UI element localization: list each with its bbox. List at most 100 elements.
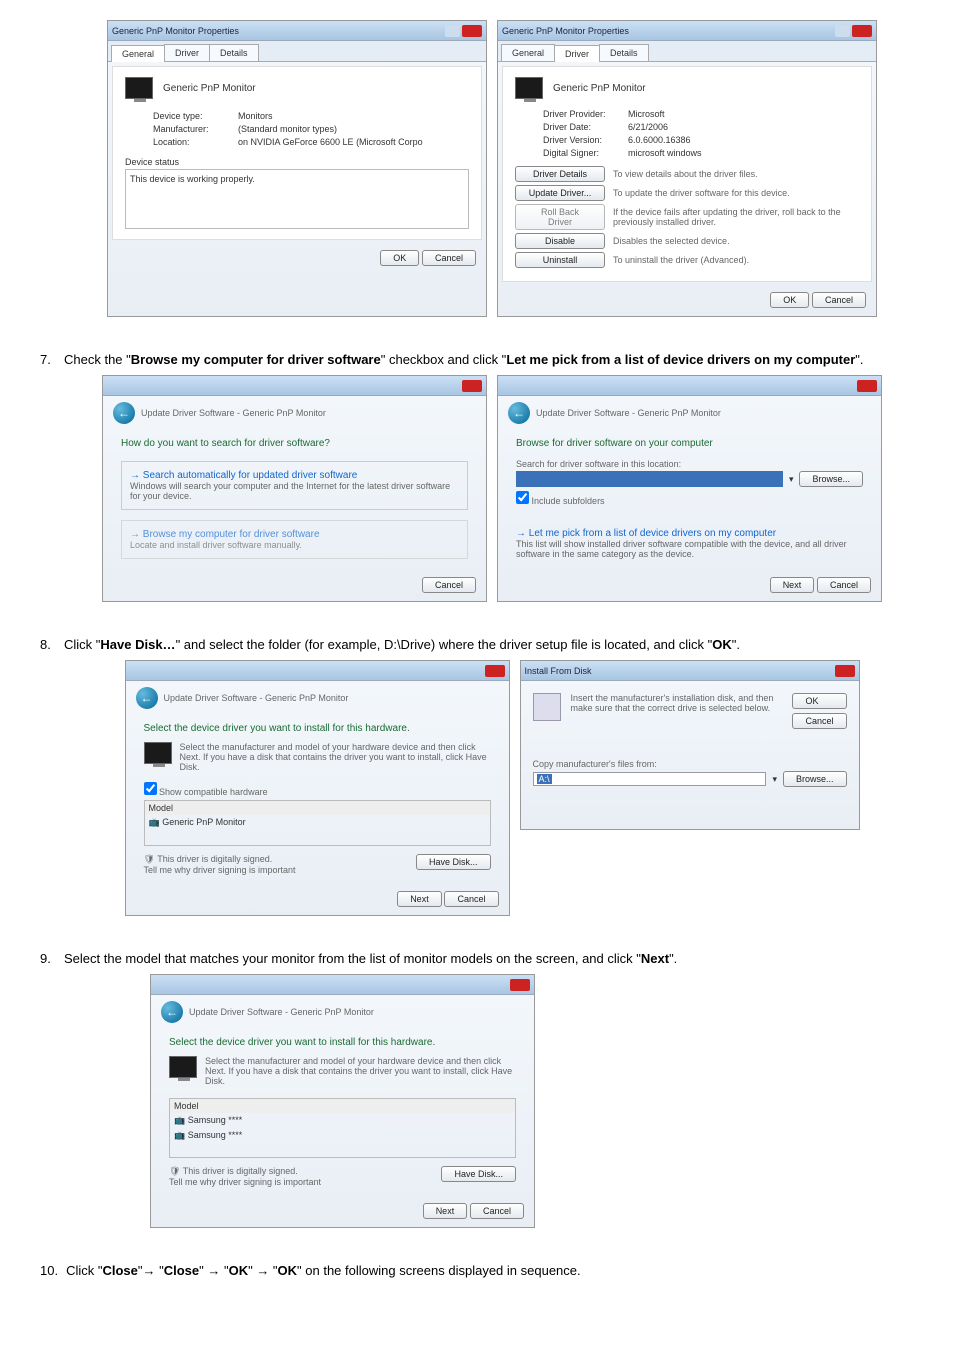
cancel-button[interactable]: Cancel bbox=[817, 577, 871, 593]
tab-driver[interactable]: Driver bbox=[554, 45, 600, 62]
tab-general[interactable]: General bbox=[501, 44, 555, 61]
dropdown-icon[interactable]: ▾ bbox=[789, 474, 794, 485]
cancel-button[interactable]: Cancel bbox=[812, 292, 866, 308]
model-item[interactable]: 📺 Samsung **** bbox=[170, 1113, 515, 1128]
version-label: Driver Version: bbox=[543, 135, 628, 145]
update-driver-desc: To update the driver software for this d… bbox=[613, 188, 859, 198]
tab-details[interactable]: Details bbox=[209, 44, 259, 61]
ok-button[interactable]: OK bbox=[770, 292, 809, 308]
have-disk-button[interactable]: Have Disk... bbox=[416, 854, 491, 870]
manufacturer: (Standard monitor types) bbox=[238, 124, 337, 134]
uninstall-desc: To uninstall the driver (Advanced). bbox=[613, 255, 859, 265]
tab-general[interactable]: General bbox=[111, 45, 165, 62]
ok-button[interactable]: OK bbox=[792, 693, 846, 709]
manufacturer-label: Manufacturer: bbox=[153, 124, 238, 134]
close-icon[interactable] bbox=[462, 25, 482, 37]
signed-notice: 🛡 This driver is digitally signed. bbox=[144, 854, 296, 865]
tab-details[interactable]: Details bbox=[599, 44, 649, 61]
next-button[interactable]: Next bbox=[397, 891, 442, 907]
wizard-heading: How do you want to search for driver sof… bbox=[121, 438, 468, 449]
close-icon[interactable] bbox=[852, 25, 872, 37]
wizard-desc: Select the manufacturer and model of you… bbox=[205, 1056, 516, 1086]
wizard-heading: Select the device driver you want to ins… bbox=[144, 723, 491, 734]
help-btn[interactable] bbox=[445, 25, 460, 37]
driver-date: 6/21/2006 bbox=[628, 122, 668, 132]
step-number: 8. bbox=[40, 637, 64, 652]
monitor-icon bbox=[144, 742, 172, 764]
rollback-desc: If the device fails after updating the d… bbox=[613, 207, 859, 227]
update-driver-wizard-search: ←Update Driver Software - Generic PnP Mo… bbox=[102, 375, 487, 602]
breadcrumb: Update Driver Software - Generic PnP Mon… bbox=[189, 1007, 374, 1017]
model-item[interactable]: 📺 Generic PnP Monitor bbox=[145, 815, 490, 845]
close-icon[interactable] bbox=[485, 665, 505, 677]
disk-icon bbox=[533, 693, 561, 721]
next-button[interactable]: Next bbox=[423, 1203, 468, 1219]
disable-button[interactable]: Disable bbox=[515, 233, 605, 249]
cancel-button[interactable]: Cancel bbox=[422, 577, 476, 593]
help-btn[interactable] bbox=[835, 25, 850, 37]
cancel-button[interactable]: Cancel bbox=[470, 1203, 524, 1219]
location-input[interactable] bbox=[516, 471, 783, 487]
path-input[interactable]: A:\ bbox=[533, 772, 767, 786]
select-model-dialog: ← Update Driver Software - Generic PnP Mo… bbox=[150, 974, 535, 1228]
provider: Microsoft bbox=[628, 109, 665, 119]
option-pick-from-list[interactable]: → Let me pick from a list of device driv… bbox=[516, 528, 863, 559]
device-name: Generic PnP Monitor bbox=[553, 83, 646, 94]
dropdown-icon[interactable]: ▾ bbox=[772, 774, 777, 785]
cancel-button[interactable]: Cancel bbox=[792, 713, 846, 729]
why-signing-link[interactable]: Tell me why driver signing is important bbox=[169, 1177, 321, 1187]
dialog-title: Generic PnP Monitor Properties bbox=[112, 26, 239, 36]
signed-notice: 🛡 This driver is digitally signed. bbox=[169, 1166, 321, 1177]
option-browse[interactable]: → Browse my computer for driver software… bbox=[121, 520, 468, 559]
provider-label: Driver Provider: bbox=[543, 109, 628, 119]
step-text: Click "Have Disk…" and select the folder… bbox=[64, 637, 914, 652]
driver-details-button[interactable]: Driver Details bbox=[515, 166, 605, 182]
browse-button[interactable]: Browse... bbox=[783, 771, 847, 787]
device-type: Monitors bbox=[238, 111, 273, 121]
step-text: Click "Close"→ "Close" → "OK" → "OK" on … bbox=[66, 1263, 914, 1278]
close-icon[interactable] bbox=[510, 979, 530, 991]
disk-msg: Insert the manufacturer's installation d… bbox=[571, 693, 783, 729]
rollback-driver-button[interactable]: Roll Back Driver bbox=[515, 204, 605, 230]
why-signing-link[interactable]: Tell me why driver signing is important bbox=[144, 865, 296, 875]
device-type-label: Device type: bbox=[153, 111, 238, 121]
close-icon[interactable] bbox=[462, 380, 482, 392]
close-icon[interactable] bbox=[857, 380, 877, 392]
location-label: Location: bbox=[153, 137, 238, 147]
dialog-title: Generic PnP Monitor Properties bbox=[502, 26, 629, 36]
cancel-button[interactable]: Cancel bbox=[444, 891, 498, 907]
monitor-icon bbox=[169, 1056, 197, 1078]
model-column: Model bbox=[170, 1099, 515, 1113]
uninstall-button[interactable]: Uninstall bbox=[515, 252, 605, 268]
back-icon[interactable]: ← bbox=[113, 402, 135, 424]
show-compatible-checkbox[interactable] bbox=[144, 782, 157, 795]
back-icon[interactable]: ← bbox=[136, 687, 158, 709]
back-icon[interactable]: ← bbox=[508, 402, 530, 424]
device-status-label: Device status bbox=[125, 157, 469, 167]
ok-button[interactable]: OK bbox=[380, 250, 419, 266]
step-text: Select the model that matches your monit… bbox=[64, 951, 914, 966]
breadcrumb: Update Driver Software - Generic PnP Mon… bbox=[536, 408, 721, 418]
tab-driver[interactable]: Driver bbox=[164, 44, 210, 61]
install-from-disk-dialog: Install From Disk Insert the manufacture… bbox=[520, 660, 860, 830]
model-column: Model bbox=[145, 801, 490, 815]
include-subfolders-checkbox[interactable] bbox=[516, 491, 529, 504]
have-disk-button[interactable]: Have Disk... bbox=[441, 1166, 516, 1182]
location-label: Search for driver software in this locat… bbox=[516, 459, 863, 469]
browse-button[interactable]: Browse... bbox=[799, 471, 863, 487]
back-icon[interactable]: ← bbox=[161, 1001, 183, 1023]
next-button[interactable]: Next bbox=[770, 577, 815, 593]
driver-details-desc: To view details about the driver files. bbox=[613, 169, 859, 179]
select-driver-dialog: ←Update Driver Software - Generic PnP Mo… bbox=[125, 660, 510, 916]
location: on NVIDIA GeForce 6600 LE (Microsoft Cor… bbox=[238, 137, 423, 147]
wizard-heading: Select the device driver you want to ins… bbox=[169, 1037, 516, 1048]
driver-version: 6.0.6000.16386 bbox=[628, 135, 691, 145]
update-driver-button[interactable]: Update Driver... bbox=[515, 185, 605, 201]
update-driver-wizard-browse: ← Update Driver Software - Generic PnP Mo… bbox=[497, 375, 882, 602]
signer: microsoft windows bbox=[628, 148, 702, 158]
model-item[interactable]: 📺 Samsung **** bbox=[170, 1128, 515, 1143]
signer-label: Digital Signer: bbox=[543, 148, 628, 158]
close-icon[interactable] bbox=[835, 665, 855, 677]
cancel-button[interactable]: Cancel bbox=[422, 250, 476, 266]
option-search-auto[interactable]: → Search automatically for updated drive… bbox=[121, 461, 468, 510]
